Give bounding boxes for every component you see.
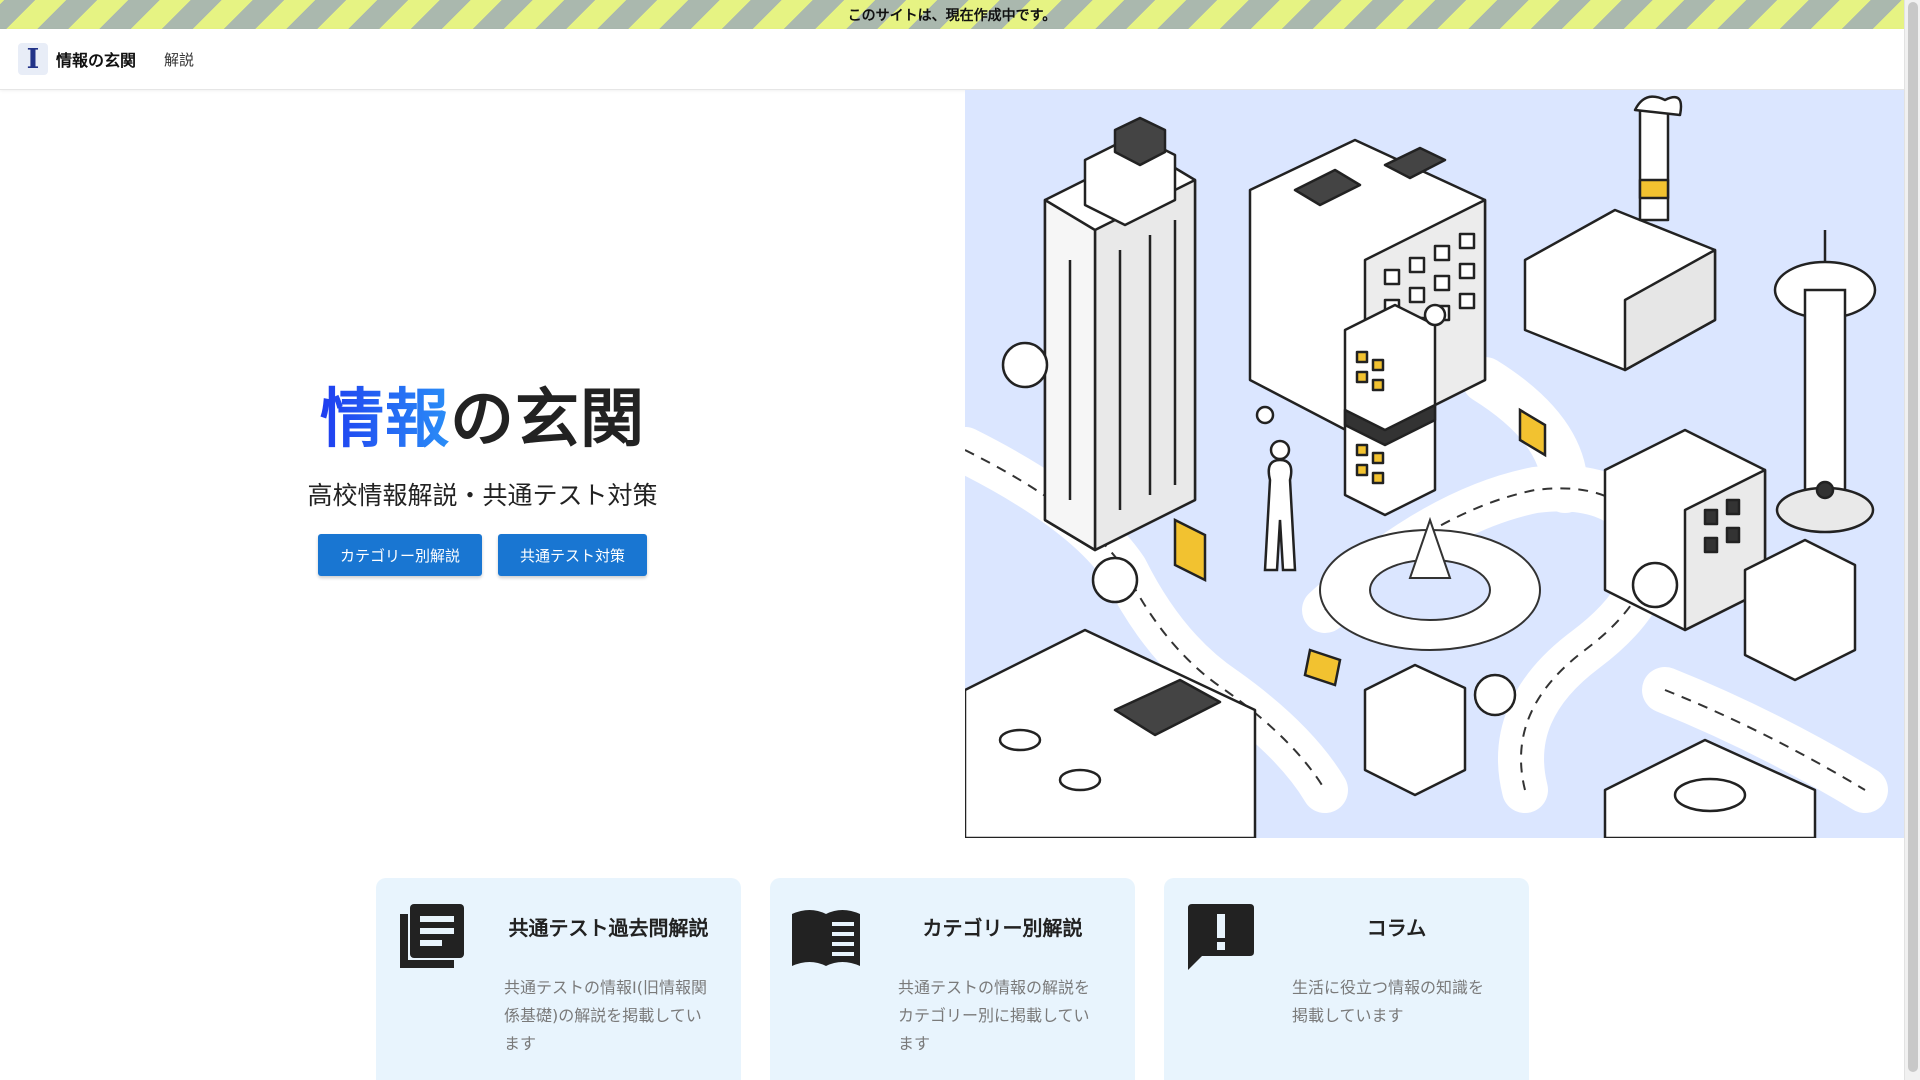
hero-title-rest: の玄関 [450, 382, 645, 457]
common-test-button[interactable]: 共通テスト対策 [498, 534, 648, 577]
card-description: 共通テストの情報I(旧情報関係基礎)の解説を掲載しています [504, 978, 707, 1053]
card-title: 共通テスト過去問解説 [508, 916, 709, 940]
category-explanation-button[interactable]: カテゴリー別解説 [317, 534, 482, 577]
logo-letter: I [26, 43, 40, 75]
card-description: 生活に役立つ情報の知識を掲載しています [1292, 978, 1485, 1025]
hero-city-illustration [965, 90, 1904, 838]
card-column[interactable]: コラム 生活に役立つ情報の知識を掲載しています [1164, 878, 1529, 1080]
feature-cards: 共通テスト過去問解説 共通テストの情報I(旧情報関係基礎)の解説を掲載しています… [376, 878, 1529, 1080]
site-logo[interactable]: I [18, 43, 48, 75]
hero-title: 情報の玄関 [320, 382, 645, 459]
notice-text: このサイトは、現在作成中です。 [847, 7, 1057, 24]
scrollbar-thumb[interactable] [1908, 2, 1918, 1072]
vertical-scrollbar[interactable] [1904, 0, 1920, 1080]
card-title: コラム [1366, 916, 1427, 940]
hero-title-accent: 情報 [320, 382, 450, 457]
card-description: 共通テストの情報の解説をカテゴリー別に掲載しています [898, 978, 1091, 1053]
article-icon [400, 904, 464, 968]
card-past-exam[interactable]: 共通テスト過去問解説 共通テストの情報I(旧情報関係基礎)の解説を掲載しています [376, 878, 741, 1080]
isometric-city-icon [965, 90, 1904, 838]
site-header: I 情報の玄関 解説 [0, 29, 1904, 90]
open-book-icon [792, 910, 860, 966]
nav-link-explanation[interactable]: 解説 [164, 49, 194, 70]
card-category[interactable]: カテゴリー別解説 共通テストの情報の解説をカテゴリー別に掲載しています [770, 878, 1135, 1080]
construction-notice-banner: このサイトは、現在作成中です。 [0, 0, 1904, 29]
announcement-icon [1188, 904, 1254, 970]
hero-subtitle: 高校情報解説・共通テスト対策 [307, 481, 658, 511]
hero-buttons: カテゴリー別解説 共通テスト対策 [317, 534, 648, 577]
site-brand[interactable]: 情報の玄関 [56, 47, 136, 71]
card-title: カテゴリー別解説 [922, 916, 1083, 940]
hero-section: 情報の玄関 高校情報解説・共通テスト対策 カテゴリー別解説 共通テスト対策 [0, 90, 965, 838]
